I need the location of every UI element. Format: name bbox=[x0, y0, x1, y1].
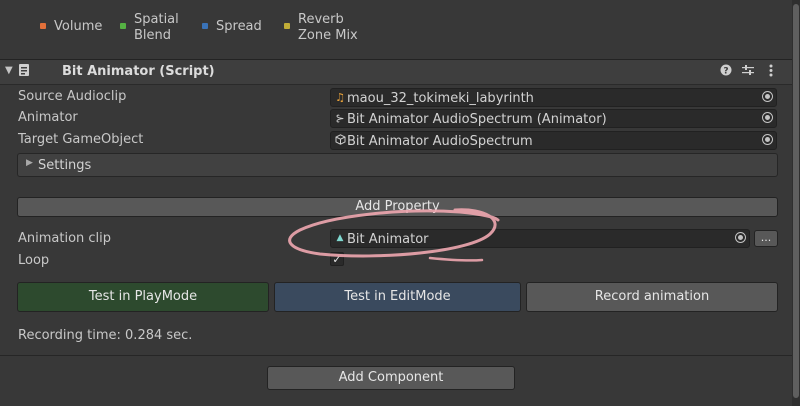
legend-item-spatial-blend: Spatial Blend bbox=[120, 10, 179, 44]
help-icon[interactable]: ? bbox=[719, 64, 733, 78]
legend-swatch bbox=[40, 23, 46, 29]
source-audioclip-value: maou_32_tokimeki_labyrinth bbox=[347, 91, 534, 106]
animation-clip-label: Animation clip bbox=[18, 231, 112, 246]
settings-foldout[interactable]: ▶ Settings bbox=[17, 153, 778, 177]
target-gameobject-field[interactable]: Bit Animator AudioSpectrum bbox=[330, 131, 777, 150]
foldout-arrow-icon[interactable]: ▶ bbox=[26, 158, 33, 168]
legend-item-volume: Volume bbox=[40, 10, 102, 35]
record-animation-button[interactable]: Record animation bbox=[526, 282, 778, 312]
animator-icon: ⊱ bbox=[335, 112, 345, 125]
preset-sliders-icon[interactable] bbox=[741, 64, 755, 78]
kebab-menu-icon[interactable] bbox=[764, 64, 778, 78]
component-title: Bit Animator (Script) bbox=[62, 64, 215, 79]
add-component-button[interactable]: Add Component bbox=[267, 366, 515, 390]
svg-text:?: ? bbox=[723, 67, 728, 77]
divider bbox=[0, 355, 792, 356]
test-in-editmode-button[interactable]: Test in EditMode bbox=[274, 282, 521, 312]
source-audioclip-label: Source Audioclip bbox=[18, 89, 127, 104]
object-picker-icon[interactable] bbox=[762, 134, 773, 145]
target-gameobject-label: Target GameObject bbox=[18, 132, 144, 147]
legend-item-reverb-zone-mix: Reverb Zone Mix bbox=[284, 10, 358, 44]
animator-value: Bit Animator AudioSpectrum (Animator) bbox=[347, 112, 607, 127]
animator-label: Animator bbox=[18, 110, 78, 125]
animator-field[interactable]: ⊱ Bit Animator AudioSpectrum (Animator) bbox=[330, 109, 777, 128]
highlight-annotation bbox=[288, 208, 500, 262]
more-options-button[interactable]: ... bbox=[754, 230, 778, 247]
gameobject-icon bbox=[334, 134, 346, 148]
component-header[interactable]: ▼ Bit Animator (Script) bbox=[0, 59, 792, 85]
object-picker-icon[interactable] bbox=[762, 91, 773, 102]
legend-label: Spatial Blend bbox=[134, 12, 179, 43]
enabled-checkbox[interactable] bbox=[18, 63, 30, 76]
legend-swatch bbox=[202, 23, 208, 29]
legend-label: Spread bbox=[216, 19, 262, 34]
scrollbar-track[interactable] bbox=[792, 0, 800, 406]
object-picker-icon[interactable] bbox=[735, 232, 746, 243]
object-picker-icon[interactable] bbox=[762, 112, 773, 123]
scrollbar-thumb[interactable] bbox=[793, 4, 799, 398]
legend-label: Reverb Zone Mix bbox=[298, 12, 358, 43]
legend-label: Volume bbox=[54, 19, 103, 34]
legend-item-spread: Spread bbox=[202, 10, 262, 35]
loop-label: Loop bbox=[18, 253, 50, 268]
recording-time-text: Recording time: 0.284 sec. bbox=[18, 328, 193, 343]
legend-swatch bbox=[284, 23, 290, 29]
target-gameobject-value: Bit Animator AudioSpectrum bbox=[347, 134, 533, 149]
foldout-arrow-icon[interactable]: ▼ bbox=[5, 65, 13, 76]
source-audioclip-field[interactable]: ♫ maou_32_tokimeki_labyrinth bbox=[330, 88, 777, 107]
audio-clip-icon: ♫ bbox=[335, 91, 345, 104]
test-in-playmode-button[interactable]: Test in PlayMode bbox=[17, 282, 269, 312]
settings-label: Settings bbox=[38, 158, 92, 173]
legend-swatch bbox=[120, 23, 126, 29]
